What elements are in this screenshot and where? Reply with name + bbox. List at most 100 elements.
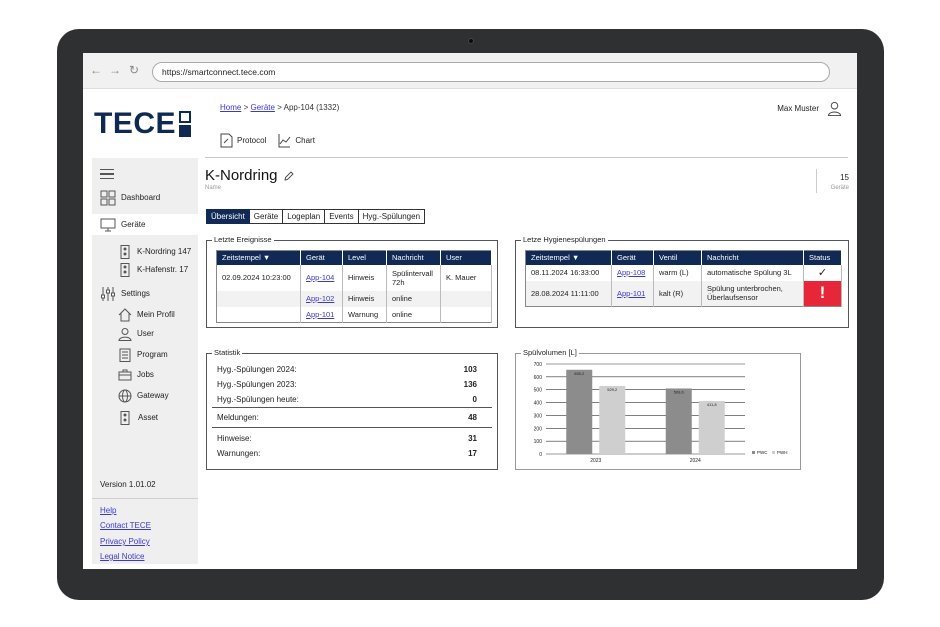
tab-hygiene-flushes[interactable]: Hyg.-Spülungen (358, 209, 426, 224)
stat-row: Hyg.-Spülungen 2024: 103 (217, 365, 477, 374)
stat-value: 103 (463, 365, 477, 374)
sidebar-item-label: Asset (138, 413, 159, 422)
sidebar-item-k-hafenstr[interactable]: K-Hafenstr. 17 (92, 259, 198, 280)
hygiene-table: Zeitstempel ▼ Gerät Ventil Nachricht Sta… (525, 250, 842, 307)
forward-icon[interactable]: → (108, 62, 122, 78)
y-tick-label: 600 (534, 375, 543, 381)
device-link[interactable]: App-104 (306, 273, 334, 282)
tab-floor-plan[interactable]: Logeplan (283, 209, 326, 224)
legend-label: PWC (757, 450, 768, 455)
y-tick-label: 500 (534, 388, 543, 394)
sidebar-item-settings[interactable]: Settings (92, 283, 198, 304)
page-title-text: K-Nordring (205, 167, 278, 184)
sidebar-item-asset[interactable]: Asset (92, 407, 198, 428)
hamburger-menu-icon[interactable] (100, 169, 114, 182)
column-header: Ventil (653, 250, 702, 265)
legal-link[interactable]: Legal Notice (100, 552, 144, 561)
sidebar-item-dashboard[interactable]: Dashboard (92, 187, 198, 208)
sidebar-item-profile[interactable]: Mein Profil (92, 304, 198, 325)
stat-label: Hyg.-Spülungen 2024: (217, 365, 297, 374)
sidebar-item-gateway[interactable]: Gateway (92, 385, 198, 406)
sidebar-item-label: K-Hafenstr. 17 (137, 265, 189, 274)
protocol-label: Protocol (237, 136, 267, 145)
stat-row: Hinweise: 31 (217, 434, 477, 443)
device-count-label: Geräte (830, 185, 849, 191)
device-link[interactable]: App-108 (617, 268, 645, 277)
version-text: Version 1.01.02 (100, 480, 156, 489)
stat-value: 17 (468, 449, 477, 458)
pencil-icon[interactable] (283, 170, 294, 181)
dashboard-icon (100, 190, 116, 205)
column-header: Gerät (611, 250, 654, 265)
help-link[interactable]: Help (100, 506, 116, 515)
camera-icon (468, 38, 474, 44)
column-header[interactable]: Zeitstempel ▼ (216, 250, 301, 265)
device-icon (120, 262, 130, 277)
program-icon (119, 348, 131, 362)
data-label: 411,8 (707, 402, 717, 407)
contact-link[interactable]: Contact TECE (100, 521, 151, 530)
browser-toolbar: ← → ↻ https://smartconnect.tece.com (83, 53, 857, 89)
sidebar-item-program[interactable]: Program (92, 344, 198, 365)
page-subtitle: Name (205, 185, 222, 191)
flush-message: Spülung unterbrochen, Überlaufsensor (701, 280, 804, 307)
column-header: Nachricht (701, 250, 804, 265)
tece-logo[interactable]: TECE (94, 109, 193, 139)
event-time (216, 290, 301, 307)
sidebar-item-label: Jobs (137, 370, 154, 379)
divider (92, 498, 198, 499)
sidebar-item-user[interactable]: User (92, 323, 198, 344)
sidebar: Dashboard Geräte K-Nordring 147 K-Hafens… (92, 158, 198, 564)
url-bar[interactable]: https://smartconnect.tece.com (152, 62, 830, 82)
event-time: 02.09.2024 10:23:00 (216, 264, 301, 291)
chart-bar (566, 369, 593, 454)
x-tick-label: 2024 (690, 458, 701, 464)
table-header-row: Zeitstempel ▼ Gerät Level Nachricht User (216, 250, 492, 265)
panel-title: Statistik (212, 348, 243, 357)
tab-events[interactable]: Events (325, 209, 359, 224)
column-header[interactable]: Zeitstempel ▼ (525, 250, 612, 265)
sidebar-item-label: Dashboard (121, 193, 161, 202)
tab-bar: Übersicht Geräte Logeplan Events Hyg.-Sp… (206, 209, 426, 224)
sidebar-item-jobs[interactable]: Jobs (92, 364, 198, 385)
stat-row: Hyg.-Spülungen 2023: 136 (217, 380, 477, 389)
data-label: 529,2 (607, 387, 618, 392)
column-header: Gerät (300, 250, 343, 265)
panel-title: Letzte Ereignisse (212, 235, 274, 244)
event-time (216, 306, 301, 323)
sidebar-item-devices[interactable]: Geräte (92, 214, 198, 235)
stat-label: Meldungen: (217, 413, 259, 422)
divider (816, 169, 817, 193)
breadcrumb: Home > Geräte > App-104 (1332) (220, 103, 339, 112)
column-header: Level (342, 250, 387, 265)
stat-value: 31 (468, 434, 477, 443)
device-link[interactable]: App-102 (306, 294, 334, 303)
flush-time: 28.08.2024 11:11:00 (525, 280, 612, 307)
user-menu[interactable]: Max Muster (777, 101, 842, 116)
protocol-button[interactable]: Protocol (220, 133, 266, 148)
device-link[interactable]: App-101 (617, 289, 645, 298)
device-icon (120, 410, 130, 425)
screen: ← → ↻ https://smartconnect.tece.com TECE… (83, 53, 857, 569)
sidebar-item-label: Mein Profil (137, 310, 175, 319)
chart-bar (665, 388, 692, 454)
events-table: Zeitstempel ▼ Gerät Level Nachricht User… (216, 250, 492, 323)
home-icon (118, 307, 132, 321)
tab-overview[interactable]: Übersicht (206, 209, 250, 224)
back-icon[interactable]: ← (89, 62, 103, 78)
stat-value: 0 (472, 395, 477, 404)
event-message: online (386, 290, 441, 307)
tab-devices[interactable]: Geräte (249, 209, 284, 224)
event-user (440, 290, 492, 307)
x-tick-label: 2023 (590, 458, 601, 464)
breadcrumb-devices[interactable]: Geräte (250, 103, 274, 112)
privacy-link[interactable]: Privacy Policy (100, 537, 150, 546)
divider (205, 157, 848, 158)
breadcrumb-home[interactable]: Home (220, 103, 241, 112)
y-tick-label: 700 (534, 362, 543, 368)
device-link[interactable]: App-101 (306, 310, 334, 319)
chart-button[interactable]: Chart (278, 133, 315, 148)
reload-icon[interactable]: ↻ (127, 62, 141, 78)
breadcrumb-separator: > (277, 103, 282, 112)
device-count: 15 (840, 173, 849, 182)
